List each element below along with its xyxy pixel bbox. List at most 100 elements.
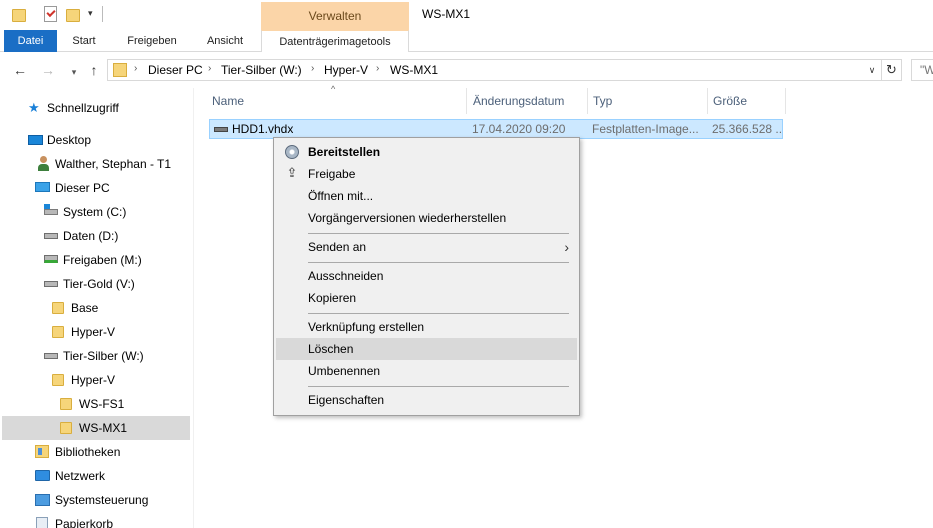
nav-recycle-bin[interactable]: Papierkorb [0,512,190,528]
column-header-modified[interactable]: Änderungsdatum [468,88,588,114]
breadcrumb-hyper-v[interactable]: Hyper-V [324,63,368,77]
nav-network[interactable]: Netzwerk [0,464,190,488]
nav-label: Dieser PC [55,181,110,195]
menu-item-mount[interactable]: Bereitstellen [276,141,577,163]
up-button[interactable]: ↑ [86,62,102,78]
quick-access-toolbar-dropdown[interactable]: ▾ [88,8,93,19]
nav-quick-access[interactable]: ★ Schnellzugriff [0,96,190,120]
back-button[interactable]: ← [12,62,28,78]
menu-item-properties[interactable]: Eigenschaften [276,389,577,411]
nav-label: Schnellzugriff [47,101,119,115]
share-icon: ⇪ [286,165,298,180]
nav-drive-w[interactable]: Tier-Silber (W:) [0,344,190,368]
menu-separator [308,386,569,387]
search-input[interactable]: "W [911,59,933,81]
column-header-size[interactable]: Größe [708,88,786,114]
nav-label: Desktop [47,133,92,147]
menu-item-label: Ausschneiden [308,269,384,283]
breadcrumb-separator[interactable]: › [311,63,314,74]
breadcrumb-tier-silber[interactable]: Tier-Silber (W:) [221,63,302,77]
menu-separator [308,313,569,314]
address-bar[interactable]: › Dieser PC › Tier-Silber (W:) › Hyper-V… [107,59,882,81]
menu-item-rename[interactable]: Umbenennen [276,360,577,382]
computer-icon [35,182,50,192]
tab-view[interactable]: Ansicht [197,30,253,52]
nav-drive-m[interactable]: Freigaben (M:) [0,248,190,272]
breadcrumb-separator[interactable]: › [376,63,379,74]
nav-control-panel[interactable]: Systemsteuerung [0,488,190,512]
libraries-icon [35,445,49,458]
column-header-name[interactable]: Name [207,88,467,114]
folder-icon[interactable] [12,9,26,22]
chevron-down-icon[interactable]: ∨ [866,63,878,77]
nav-label: Systemsteuerung [55,493,149,507]
nav-label: WS-MX1 [79,421,127,435]
menu-item-create-shortcut[interactable]: Verknüpfung erstellen [276,316,577,338]
menu-separator [308,262,569,263]
nav-user[interactable]: Walther, Stephan - T1 [0,152,190,176]
address-row: ← → ▾ ↑ › Dieser PC › Tier-Silber (W:) ›… [0,53,933,87]
nav-label: Hyper-V [71,325,116,339]
menu-item-label: Umbenennen [308,364,381,378]
nav-this-pc[interactable]: Dieser PC [0,176,190,200]
column-header-type[interactable]: Typ [588,88,708,114]
nav-label: Tier-Silber (W:) [63,349,144,363]
new-folder-icon[interactable] [66,9,80,22]
nav-label: Papierkorb [55,517,114,528]
file-size: 25.366.528 ... [712,122,782,136]
nav-folder-hyper-v-silver[interactable]: Hyper-V [0,368,190,392]
forward-button[interactable]: → [40,62,56,78]
folder-icon [52,374,64,386]
nav-folder-hyper-v-gold[interactable]: Hyper-V [0,320,190,344]
menu-item-cut[interactable]: Ausschneiden [276,265,577,287]
breadcrumb-separator[interactable]: › [208,63,211,74]
tab-start[interactable]: Start [62,30,106,52]
nav-drive-v[interactable]: Tier-Gold (V:) [0,272,190,296]
tab-file[interactable]: Datei [4,30,57,52]
breadcrumb-ws-mx1[interactable]: WS-MX1 [390,63,438,77]
nav-folder-ws-fs1[interactable]: WS-FS1 [0,392,190,416]
nav-libraries[interactable]: Bibliotheken [0,440,190,464]
menu-item-open-with[interactable]: Öffnen mit... [276,185,577,207]
window-title: WS-MX1 [422,7,470,21]
drive-icon [44,233,58,239]
nav-label: WS-FS1 [79,397,125,411]
context-menu: Bereitstellen ⇪ Freigabe Öffnen mit... V… [273,137,580,416]
file-row[interactable]: HDD1.vhdx 17.04.2020 09:20 Festplatten-I… [209,119,783,139]
recent-locations-button[interactable]: ▾ [66,64,82,80]
file-modified: 17.04.2020 09:20 [472,122,566,136]
menu-item-restore-previous-versions[interactable]: Vorgängerversionen wiederherstellen [276,207,577,229]
drive-icon [44,281,58,287]
menu-item-label: Bereitstellen [308,145,381,159]
menu-item-copy[interactable]: Kopieren [276,287,577,309]
folder-icon [60,422,72,434]
folder-icon [52,326,64,338]
control-panel-icon [35,494,50,506]
ribbon-tabs: Datei Start Freigeben Ansicht Datenträge… [0,30,933,52]
nav-label: Walther, Stephan - T1 [55,157,172,171]
network-drive-icon [44,255,58,263]
contextual-tab-header: Verwalten [261,2,409,30]
file-type: Festplatten-Image... [592,122,699,136]
nav-desktop[interactable]: Desktop [0,128,190,152]
tab-share[interactable]: Freigeben [117,30,187,52]
tab-disk-image-tools[interactable]: Datenträgerimagetools [261,30,409,52]
menu-item-label: Freigabe [308,167,356,181]
menu-item-send-to[interactable]: Senden an › [276,236,577,258]
breadcrumb-this-pc[interactable]: Dieser PC [148,63,203,77]
nav-folder-ws-mx1[interactable]: WS-MX1 [2,416,190,440]
properties-icon[interactable] [44,6,57,22]
folder-icon [52,302,64,314]
nav-drive-d[interactable]: Daten (D:) [0,224,190,248]
menu-item-label: Vorgängerversionen wiederherstellen [308,211,507,225]
toolbar-divider [102,6,103,22]
nav-label: Daten (D:) [63,229,119,243]
breadcrumb-separator[interactable]: › [134,63,137,74]
menu-item-delete[interactable]: Löschen [276,338,577,360]
nav-drive-c[interactable]: System (C:) [0,200,190,224]
nav-folder-base[interactable]: Base [0,296,190,320]
menu-item-share[interactable]: ⇪ Freigabe [276,163,577,185]
refresh-button[interactable]: ↻ [882,59,902,81]
disc-icon [285,145,299,159]
network-icon [35,470,50,481]
